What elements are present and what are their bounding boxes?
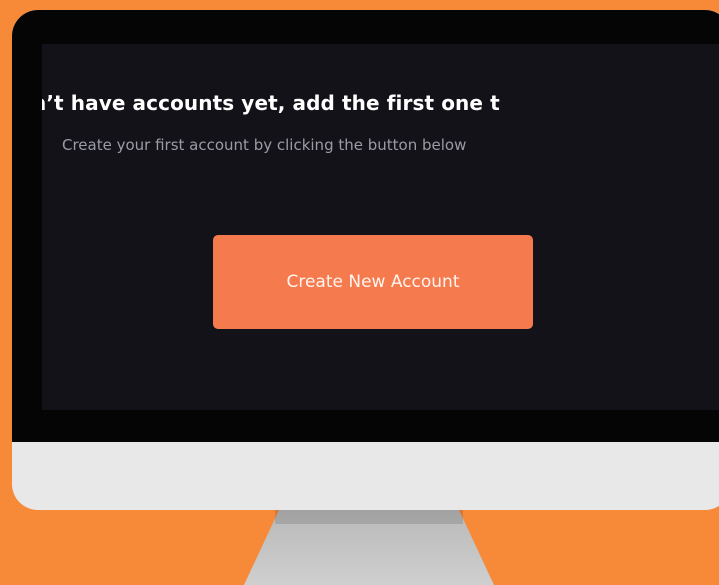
- empty-state-subtitle: Create your first account by clicking th…: [62, 136, 467, 154]
- monitor: n’t have accounts yet, add the first one…: [12, 10, 719, 510]
- monitor-screen: n’t have accounts yet, add the first one…: [42, 44, 719, 410]
- create-new-account-button[interactable]: Create New Account: [213, 235, 533, 329]
- empty-state-title: n’t have accounts yet, add the first one…: [42, 91, 500, 115]
- monitor-stand-shadow: [275, 510, 463, 524]
- illustration-scene: n’t have accounts yet, add the first one…: [0, 0, 719, 585]
- monitor-bezel: n’t have accounts yet, add the first one…: [12, 10, 719, 442]
